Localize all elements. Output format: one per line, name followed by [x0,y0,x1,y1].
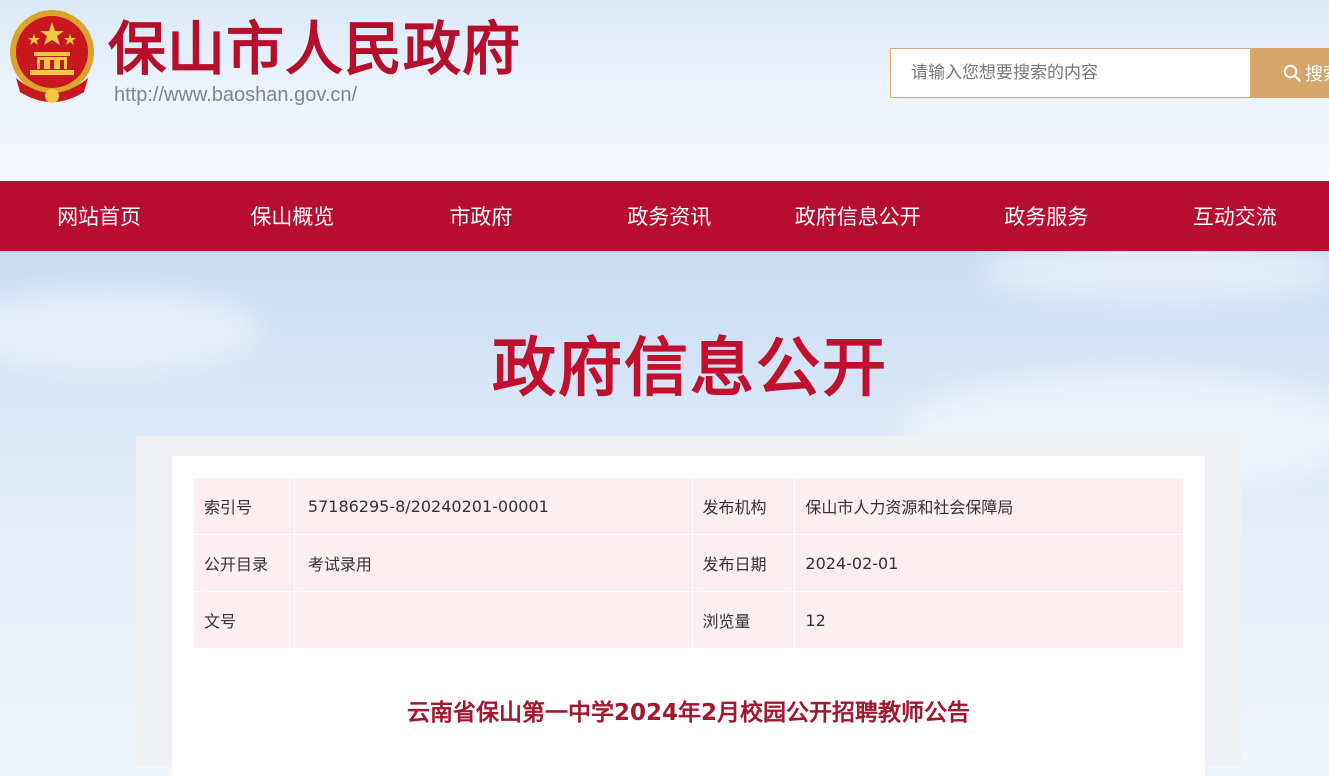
meta-value-date: 2024-02-01 [794,534,1184,592]
meta-table: 索引号 57186295-8/20240201-00001 发布机构 保山市人力… [193,477,1184,649]
meta-value-category: 考试录用 [293,534,693,592]
site-url[interactable]: http://www.baoshan.gov.cn/ [114,84,357,107]
nav-item-city-government[interactable]: 市政府 [387,181,575,251]
meta-label-date: 发布日期 [691,534,796,592]
meta-value-doc-number [293,591,693,649]
meta-label-category: 公开目录 [193,534,295,592]
article-title: 云南省保山第一中学2024年2月校园公开招聘教师公告 [406,700,971,726]
search-box [890,48,1251,98]
cloud-decoration [980,251,1329,301]
meta-row: 文号 浏览量 12 [193,591,1184,649]
search-button-label: 搜索 [1305,64,1329,85]
meta-row: 公开目录 考试录用 发布日期 2024-02-01 [193,534,1184,592]
meta-label-index: 索引号 [193,477,295,535]
meta-value-index: 57186295-8/20240201-00001 [293,477,693,535]
meta-value-publisher: 保山市人力资源和社会保障局 [794,477,1184,535]
nav-item-home[interactable]: 网站首页 [0,181,198,251]
nav-item-interaction[interactable]: 互动交流 [1140,181,1328,251]
meta-label-doc-number: 文号 [193,591,295,649]
search-button[interactable]: 搜索 [1251,48,1329,98]
site-header: 保山市人民政府 http://www.baoshan.gov.cn/ 搜索 [0,0,1329,181]
national-emblem-icon[interactable] [6,8,98,108]
search-input[interactable] [891,49,1250,97]
nav-item-news[interactable]: 政务资讯 [575,181,763,251]
page-title: 政府信息公开 [492,332,888,406]
meta-row: 索引号 57186295-8/20240201-00001 发布机构 保山市人力… [193,477,1184,535]
nav-item-services[interactable]: 政务服务 [952,181,1140,251]
meta-label-publisher: 发布机构 [691,477,796,535]
meta-value-views: 12 [794,591,1184,649]
nav-item-overview[interactable]: 保山概览 [198,181,386,251]
main-nav: 网站首页 保山概览 市政府 政务资讯 政府信息公开 政务服务 互动交流 [0,181,1329,251]
meta-label-views: 浏览量 [691,591,796,649]
search-icon [1283,64,1301,82]
nav-item-info-disclosure[interactable]: 政府信息公开 [764,181,952,251]
site-title[interactable]: 保山市人民政府 [108,14,521,84]
